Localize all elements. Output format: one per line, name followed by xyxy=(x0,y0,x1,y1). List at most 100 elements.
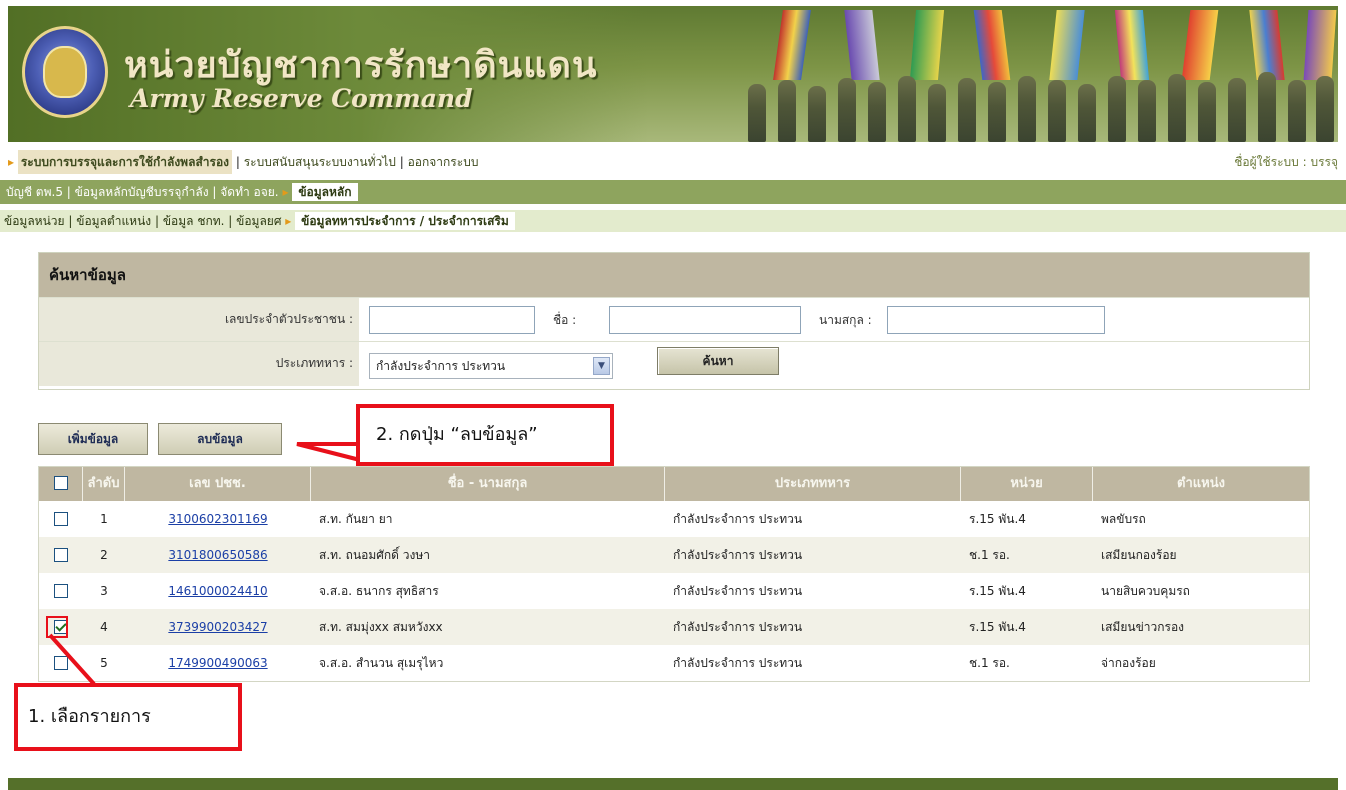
row-select-checkbox[interactable] xyxy=(54,511,68,526)
table-cell: 4 xyxy=(83,609,125,645)
dropdown-arrow-icon[interactable]: ▼ xyxy=(593,357,610,375)
row-select-checkbox[interactable] xyxy=(54,583,68,598)
column-header: ชื่อ - นามสกุล xyxy=(311,467,665,501)
row-select-checkbox[interactable] xyxy=(54,619,68,634)
submenu-item-prepare[interactable]: จัดทำ อจย. xyxy=(220,185,278,199)
soldier-position: จ่ากองร้อย xyxy=(1101,656,1156,670)
delete-record-button[interactable]: ลบข้อมูล xyxy=(158,423,282,455)
soldier-unit: ร.15 พัน.4 xyxy=(969,620,1026,634)
menu-item-recruitment-system[interactable]: ระบบการบรรจุและการใช้กำลังพลสำรอง xyxy=(17,150,233,174)
citizen-id-input[interactable] xyxy=(369,306,535,334)
citizen-id-label: เลขประจำตัวประชาชน : xyxy=(39,298,359,342)
soldier-name: ส.ท. สมมุ่งxx สมหวังxx xyxy=(319,620,443,634)
table-cell: เสมียนข่าวกรอง xyxy=(1093,609,1309,645)
table-cell: ส.ท. ถนอมศักดิ์ วงษา xyxy=(311,537,665,573)
table-cell: ช.1 รอ. xyxy=(961,537,1093,573)
table-body: 1 3100602301169 ส.ท. กันยา ยา กำลังประจำการ… xyxy=(39,501,1309,681)
soldier-type: กำลังประจำการ ประทวน xyxy=(673,656,803,670)
soldier-type: กำลังประจำการ ประทวน xyxy=(673,584,803,598)
column-header: ตำแหน่ง xyxy=(1177,476,1225,491)
soldier-type: กำลังประจำการ ประทวน xyxy=(673,620,803,634)
citizen-id-link[interactable]: 3101800650586 xyxy=(168,548,267,562)
column-header: ลำดับ xyxy=(83,467,125,501)
search-button[interactable]: ค้นหา xyxy=(657,347,779,375)
menu-item-logout[interactable]: ออกจากระบบ xyxy=(408,155,479,169)
table-row[interactable]: 3 1461000024410 จ.ส.อ. ธนากร สุทธิสาร กำลัง… xyxy=(39,573,1309,609)
checkbox-cell xyxy=(39,573,83,609)
table-header: ลำดับ เลข ปชช. ชื่อ - นามสกุล ประเภททหาร… xyxy=(39,467,1309,501)
datamenu-item-soldier-data[interactable]: ข้อมูลทหารประจำการ / ประจำการเสริม xyxy=(295,212,515,230)
table-cell: 3100602301169 xyxy=(125,501,311,537)
datamenu-item-rank[interactable]: ข้อมูลยศ xyxy=(236,214,281,228)
data-menu: ข้อมูลหน่วย | ข้อมูลตำแหน่ง | ข้อมูล ชกท… xyxy=(0,210,1346,232)
datamenu-item-mos[interactable]: ข้อมูล ชกท. xyxy=(163,214,225,228)
datamenu-arrow-icon: ▸ xyxy=(285,214,292,228)
table-cell: 5 xyxy=(83,645,125,681)
checkbox-cell xyxy=(39,537,83,573)
soldier-position: พลขับรถ xyxy=(1101,512,1146,526)
table-cell: จ.ส.อ. สำนวน สุเมรุไหว xyxy=(311,645,665,681)
table-cell: ร.15 พัน.4 xyxy=(961,609,1093,645)
search-row-1: เลขประจำตัวประชาชน : ชื่อ : นามสกุล : xyxy=(39,297,1309,342)
footer-bar xyxy=(8,778,1338,790)
select-all-header xyxy=(39,467,83,501)
callout-pointer-2 xyxy=(296,442,361,462)
menu-item-support-system[interactable]: ระบบสนับสนุนระบบงานทั่วไป xyxy=(244,155,396,169)
table-cell: นายสิบควบคุมรถ xyxy=(1093,573,1309,609)
search-panel: ค้นหาข้อมูล เลขประจำตัวประชาชน : ชื่อ : … xyxy=(38,252,1310,390)
soldier-position: เสมียนข่าวกรอง xyxy=(1101,620,1185,634)
callout-step-2: 2. กดปุ่ม “ลบข้อมูล” xyxy=(356,404,614,466)
submenu-item-tp5[interactable]: บัญชี ตพ.5 xyxy=(6,185,63,199)
table-row[interactable]: 1 3100602301169 ส.ท. กันยา ยา กำลังประจำการ… xyxy=(39,501,1309,537)
soldier-type-value: กำลังประจำการ ประทวน xyxy=(376,359,506,373)
soldier-position: เสมียนกองร้อย xyxy=(1101,548,1177,562)
citizen-id-link[interactable]: 3100602301169 xyxy=(168,512,267,526)
row-number: 5 xyxy=(100,656,108,670)
select-all-checkbox[interactable] xyxy=(53,475,68,490)
sub-menu: บัญชี ตพ.5 | ข้อมูลหลักบัญชีบรรจุกำลัง |… xyxy=(0,180,1346,204)
menu-arrow-icon: ▸ xyxy=(8,155,15,169)
citizen-id-link[interactable]: 1749900490063 xyxy=(168,656,267,670)
soldier-type: กำลังประจำการ ประทวน xyxy=(673,512,803,526)
checkbox-cell xyxy=(39,501,83,537)
table-row[interactable]: 2 3101800650586 ส.ท. ถนอมศักดิ์ วงษา กำลังป… xyxy=(39,537,1309,573)
table-cell: กำลังประจำการ ประทวน xyxy=(665,537,961,573)
table-row[interactable]: 5 1749900490063 จ.ส.อ. สำนวน สุเมรุไหว กำลั… xyxy=(39,645,1309,681)
soldier-name: ส.ท. ถนอมศักดิ์ วงษา xyxy=(319,548,430,562)
table-cell: พลขับรถ xyxy=(1093,501,1309,537)
soldier-name: จ.ส.อ. ธนากร สุทธิสาร xyxy=(319,584,439,598)
add-record-button[interactable]: เพิ่มข้อมูล xyxy=(38,423,148,455)
table-cell: กำลังประจำการ ประทวน xyxy=(665,645,961,681)
datamenu-item-position[interactable]: ข้อมูลตำแหน่ง xyxy=(76,214,151,228)
row-select-checkbox[interactable] xyxy=(54,547,68,562)
first-name-label: ชื่อ : xyxy=(553,313,577,327)
first-name-input[interactable] xyxy=(609,306,801,334)
datamenu-item-unit[interactable]: ข้อมูลหน่วย xyxy=(4,214,65,228)
surname-input[interactable] xyxy=(887,306,1105,334)
table-cell: จ.ส.อ. ธนากร สุทธิสาร xyxy=(311,573,665,609)
table-cell: ส.ท. สมมุ่งxx สมหวังxx xyxy=(311,609,665,645)
submenu-item-master-data[interactable]: ข้อมูลหลัก xyxy=(292,183,358,201)
soldier-unit: ช.1 รอ. xyxy=(969,548,1010,562)
citizen-id-link[interactable]: 3739900203427 xyxy=(168,620,267,634)
parade-photo xyxy=(708,6,1338,142)
table-cell: 3 xyxy=(83,573,125,609)
table-cell: 1749900490063 xyxy=(125,645,311,681)
soldier-type-select[interactable]: กำลังประจำการ ประทวน ▼ xyxy=(369,353,613,379)
row-number: 4 xyxy=(100,620,108,634)
submenu-item-master-recruitment[interactable]: ข้อมูลหลักบัญชีบรรจุกำลัง xyxy=(75,185,209,199)
table-cell: 2 xyxy=(83,537,125,573)
soldier-name: จ.ส.อ. สำนวน สุเมรุไหว xyxy=(319,656,444,670)
soldier-table: ลำดับ เลข ปชช. ชื่อ - นามสกุล ประเภททหาร… xyxy=(38,466,1310,682)
table-cell: กำลังประจำการ ประทวน xyxy=(665,501,961,537)
checkbox-cell xyxy=(39,609,83,645)
soldier-position: นายสิบควบคุมรถ xyxy=(1101,584,1190,598)
table-row[interactable]: 4 3739900203427 ส.ท. สมมุ่งxx สมหวังxx กำลั… xyxy=(39,609,1309,645)
header-banner: หน่วยบัญชาการรักษาดินแดน Army Reserve Co… xyxy=(8,6,1338,142)
table-cell: กำลังประจำการ ประทวน xyxy=(665,609,961,645)
table-cell: ร.15 พัน.4 xyxy=(961,501,1093,537)
table-cell: เสมียนกองร้อย xyxy=(1093,537,1309,573)
citizen-id-link[interactable]: 1461000024410 xyxy=(168,584,267,598)
soldier-unit: ร.15 พัน.4 xyxy=(969,584,1026,598)
row-select-checkbox[interactable] xyxy=(54,655,68,670)
